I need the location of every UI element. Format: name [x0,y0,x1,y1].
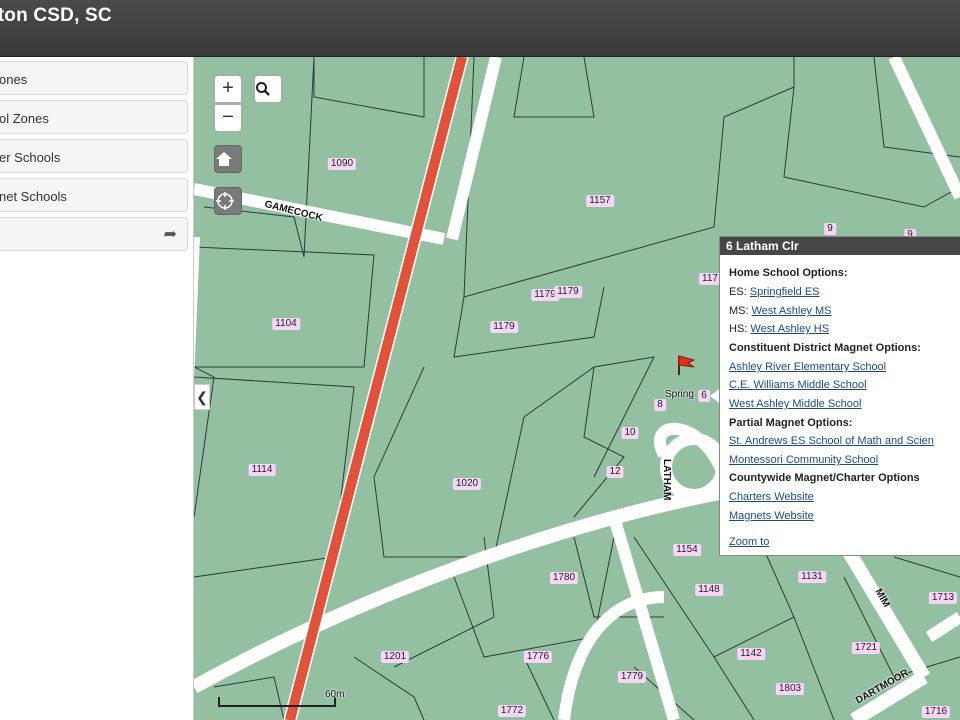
scale-bar [218,697,336,707]
panel-label: ol Zones [0,111,49,126]
hs-prefix: HS: [729,323,748,335]
constituent-header: Constituent District Magnet Options: [729,342,921,354]
constituent-link[interactable]: Ashley River Elementary School [729,361,886,373]
home-header: Home School Options: [729,267,848,279]
parcel-label: 1090 [327,158,357,170]
chevron-left-icon: ❮ [196,389,208,405]
popup-pointer [710,389,719,403]
countywide-link[interactable]: Charters Website [729,491,814,503]
panel-label: ones [0,72,28,87]
zoom-to-link[interactable]: Zoom to [729,536,769,548]
zoom-in-button[interactable]: + [214,75,242,103]
search-icon [256,82,270,96]
highway [284,57,468,720]
parcel-label: 8 [654,399,666,411]
panel-zones[interactable]: ones [0,61,188,95]
countywide-link[interactable]: Magnets Website [729,510,814,522]
street-label-latham: LATHAM [661,459,672,501]
info-popup: 6 Latham Clr Home School Options: ES: Sp… [719,236,960,556]
es-row: ES: Springfield ES [729,286,820,298]
parcel-label: 1776 [523,651,553,663]
ms-row: MS: West Ashley MS [729,305,832,317]
parcel-label: 1201 [380,651,410,663]
home-icon [216,152,232,166]
minus-icon: − [222,106,234,128]
share-arrow-icon[interactable]: ➦ [164,224,177,244]
parcel-label: 6 [698,390,710,402]
collapse-sidebar-button[interactable]: ❮ [194,384,210,410]
hs-link[interactable]: West Ashley HS [750,323,829,335]
panel-magnet-schools[interactable]: net Schools [0,178,188,212]
parcel-label: 1721 [851,642,881,654]
parcel-label: 1142 [737,648,765,660]
parcel-label: 1114 [248,464,276,476]
parcel-label: 1148 [695,584,723,596]
parcel-label: 12 [606,466,624,478]
parcel-label: 1803 [775,683,805,695]
scale-label: 60m [325,689,345,700]
partial-link[interactable]: St. Andrews ES School of Math and Scien [729,435,934,447]
ms-prefix: MS: [729,305,749,317]
parcel-label: 1179 [490,321,518,333]
es-link[interactable]: Springfield ES [750,286,820,298]
search-button[interactable] [254,75,282,103]
top-bar: ston CSD, SC [0,0,960,57]
partial-header: Partial Magnet Options: [729,417,853,429]
countywide-header: Countywide Magnet/Charter Options [729,472,920,484]
street-label-spring: Spring [665,389,694,400]
panel-school-zones[interactable]: ol Zones [0,100,188,134]
parcel-label: 1154 [673,544,701,556]
zoom-out-button[interactable]: − [214,104,242,132]
popup-title: 6 Latham Clr [720,237,960,255]
panel-label: net Schools [0,189,67,204]
constituent-link[interactable]: West Ashley Middle School [729,398,861,410]
constituent-link[interactable]: C.E. Williams Middle School [729,379,867,391]
partial-link[interactable]: Montessori Community School [729,454,878,466]
es-prefix: ES: [729,286,747,298]
parcel-label: 1772 [497,705,527,717]
parcel-label: 1179 [554,286,582,298]
parcel-label: 1716 [921,706,951,718]
parcel-label: 10 [621,427,639,439]
parcel-label: 1104 [272,318,300,330]
ms-link[interactable]: West Ashley MS [752,305,832,317]
parcel-label: 1713 [928,592,958,604]
locate-icon [216,192,234,210]
parcel-label: 9 [824,223,836,235]
parcel-label: 1131 [798,571,826,583]
panel-other-schools[interactable]: er Schools [0,139,188,173]
flag-icon[interactable] [674,353,698,377]
app-title: ston CSD, SC [0,5,112,26]
parcel-label: 1780 [549,572,579,584]
panel-share[interactable]: ➦ [0,217,188,251]
hs-row: HS: West Ashley HS [729,323,829,335]
panel-label: er Schools [0,150,61,165]
parcel-label: 1020 [452,478,482,490]
sidebar: ones ol Zones er Schools net Schools ➦ [0,57,194,720]
plus-icon: + [222,77,234,99]
locate-button[interactable] [214,187,242,215]
home-button[interactable] [214,145,242,173]
parcel-label: 1779 [617,671,647,683]
parcel-label: 1157 [586,195,614,207]
parcel-label: 117 [699,273,721,285]
